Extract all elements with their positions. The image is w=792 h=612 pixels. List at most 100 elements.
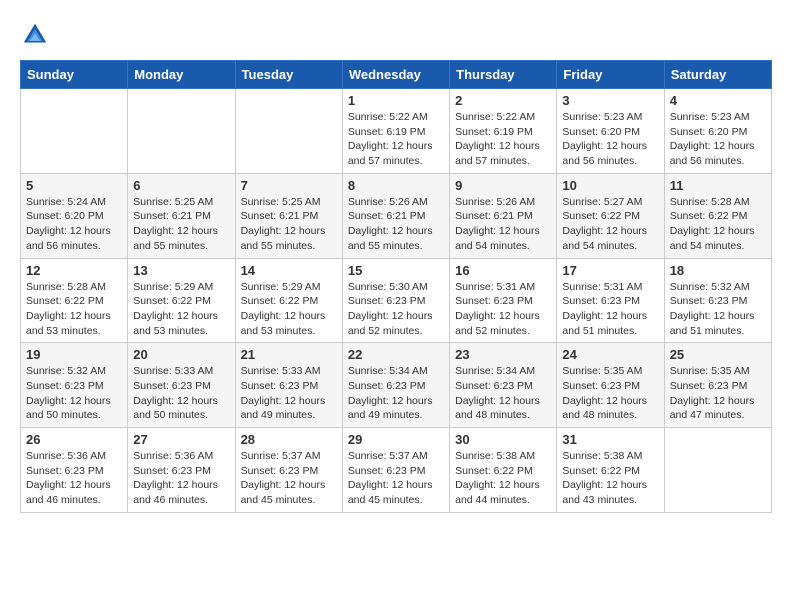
day-number: 17 bbox=[562, 263, 658, 278]
calendar-cell: 3Sunrise: 5:23 AM Sunset: 6:20 PM Daylig… bbox=[557, 89, 664, 174]
day-info: Sunrise: 5:22 AM Sunset: 6:19 PM Dayligh… bbox=[348, 110, 444, 169]
calendar-cell: 30 Sunrise: 5:38 AM Sunset: 6:22 PM Dayli… bbox=[450, 428, 557, 513]
calendar-week-row: 26 Sunrise: 5:36 AM Sunset: 6:23 PM Dayli… bbox=[21, 428, 772, 513]
day-info: Sunrise: 5:26 AM Sunset: 6:21 PM Dayligh… bbox=[455, 195, 551, 254]
calendar-cell: 7Sunrise: 5:25 AM Sunset: 6:21 PM Daylig… bbox=[235, 173, 342, 258]
day-number: 20 bbox=[133, 347, 229, 362]
day-info: Sunrise: 5:26 AM Sunset: 6:21 PM Dayligh… bbox=[348, 195, 444, 254]
page-header bbox=[20, 20, 772, 50]
calendar-cell: 9Sunrise: 5:26 AM Sunset: 6:21 PM Daylig… bbox=[450, 173, 557, 258]
day-number: 30 bbox=[455, 432, 551, 447]
calendar-cell: 31 Sunrise: 5:38 AM Sunset: 6:22 PM Dayli… bbox=[557, 428, 664, 513]
calendar-week-row: 1 Sunrise: 5:22 AM Sunset: 6:19 PM Daylig… bbox=[21, 89, 772, 174]
day-number: 5 bbox=[26, 178, 122, 193]
calendar-cell: 13 Sunrise: 5:29 AM Sunset: 6:22 PM Dayli… bbox=[128, 258, 235, 343]
calendar-week-row: 12Sunrise: 5:28 AM Sunset: 6:22 PM Dayli… bbox=[21, 258, 772, 343]
day-number: 18 bbox=[670, 263, 766, 278]
day-number: 29 bbox=[348, 432, 444, 447]
day-info: Sunrise: 5:37 AM Sunset: 6:23 PM Dayligh… bbox=[241, 449, 337, 508]
weekday-header-wednesday: Wednesday bbox=[342, 61, 449, 89]
day-info: Sunrise: 5:29 AM Sunset: 6:22 PM Dayligh… bbox=[241, 280, 337, 339]
day-info: Sunrise: 5:38 AM Sunset: 6:22 PM Dayligh… bbox=[562, 449, 658, 508]
day-info: Sunrise: 5:23 AM Sunset: 6:20 PM Dayligh… bbox=[562, 110, 658, 169]
weekday-header-monday: Monday bbox=[128, 61, 235, 89]
day-info: Sunrise: 5:33 AM Sunset: 6:23 PM Dayligh… bbox=[133, 364, 229, 423]
calendar-cell: 17 Sunrise: 5:31 AM Sunset: 6:23 PM Dayli… bbox=[557, 258, 664, 343]
day-info: Sunrise: 5:30 AM Sunset: 6:23 PM Dayligh… bbox=[348, 280, 444, 339]
day-info: Sunrise: 5:36 AM Sunset: 6:23 PM Dayligh… bbox=[26, 449, 122, 508]
calendar-cell: 8 Sunrise: 5:26 AM Sunset: 6:21 PM Daylig… bbox=[342, 173, 449, 258]
calendar-cell: 24 Sunrise: 5:35 AM Sunset: 6:23 PM Dayli… bbox=[557, 343, 664, 428]
day-info: Sunrise: 5:24 AM Sunset: 6:20 PM Dayligh… bbox=[26, 195, 122, 254]
day-number: 13 bbox=[133, 263, 229, 278]
weekday-header-saturday: Saturday bbox=[664, 61, 771, 89]
day-info: Sunrise: 5:32 AM Sunset: 6:23 PM Dayligh… bbox=[670, 280, 766, 339]
day-number: 26 bbox=[26, 432, 122, 447]
day-number: 15 bbox=[348, 263, 444, 278]
calendar-cell: 29 Sunrise: 5:37 AM Sunset: 6:23 PM Dayli… bbox=[342, 428, 449, 513]
weekday-header-row: SundayMondayTuesdayWednesdayThursdayFrid… bbox=[21, 61, 772, 89]
calendar-cell: 19 Sunrise: 5:32 AM Sunset: 6:23 PM Dayli… bbox=[21, 343, 128, 428]
day-info: Sunrise: 5:37 AM Sunset: 6:23 PM Dayligh… bbox=[348, 449, 444, 508]
calendar-cell: 22 Sunrise: 5:34 AM Sunset: 6:23 PM Dayli… bbox=[342, 343, 449, 428]
day-info: Sunrise: 5:33 AM Sunset: 6:23 PM Dayligh… bbox=[241, 364, 337, 423]
calendar-cell: 4Sunrise: 5:23 AM Sunset: 6:20 PM Daylig… bbox=[664, 89, 771, 174]
day-info: Sunrise: 5:31 AM Sunset: 6:23 PM Dayligh… bbox=[562, 280, 658, 339]
day-number: 31 bbox=[562, 432, 658, 447]
calendar-cell: 6 Sunrise: 5:25 AM Sunset: 6:21 PM Daylig… bbox=[128, 173, 235, 258]
day-number: 8 bbox=[348, 178, 444, 193]
calendar-cell: 5 Sunrise: 5:24 AM Sunset: 6:20 PM Daylig… bbox=[21, 173, 128, 258]
day-number: 22 bbox=[348, 347, 444, 362]
calendar-week-row: 19 Sunrise: 5:32 AM Sunset: 6:23 PM Dayli… bbox=[21, 343, 772, 428]
day-info: Sunrise: 5:32 AM Sunset: 6:23 PM Dayligh… bbox=[26, 364, 122, 423]
calendar-table: SundayMondayTuesdayWednesdayThursdayFrid… bbox=[20, 60, 772, 513]
calendar-cell: 11Sunrise: 5:28 AM Sunset: 6:22 PM Dayli… bbox=[664, 173, 771, 258]
day-info: Sunrise: 5:27 AM Sunset: 6:22 PM Dayligh… bbox=[562, 195, 658, 254]
day-info: Sunrise: 5:25 AM Sunset: 6:21 PM Dayligh… bbox=[133, 195, 229, 254]
day-info: Sunrise: 5:31 AM Sunset: 6:23 PM Dayligh… bbox=[455, 280, 551, 339]
calendar-cell: 14 Sunrise: 5:29 AM Sunset: 6:22 PM Dayli… bbox=[235, 258, 342, 343]
day-number: 12 bbox=[26, 263, 122, 278]
logo bbox=[20, 20, 54, 50]
day-info: Sunrise: 5:22 AM Sunset: 6:19 PM Dayligh… bbox=[455, 110, 551, 169]
calendar-cell bbox=[235, 89, 342, 174]
day-number: 23 bbox=[455, 347, 551, 362]
calendar-cell: 1 Sunrise: 5:22 AM Sunset: 6:19 PM Daylig… bbox=[342, 89, 449, 174]
day-number: 21 bbox=[241, 347, 337, 362]
weekday-header-friday: Friday bbox=[557, 61, 664, 89]
day-info: Sunrise: 5:38 AM Sunset: 6:22 PM Dayligh… bbox=[455, 449, 551, 508]
day-number: 4 bbox=[670, 93, 766, 108]
day-info: Sunrise: 5:35 AM Sunset: 6:23 PM Dayligh… bbox=[670, 364, 766, 423]
day-number: 27 bbox=[133, 432, 229, 447]
calendar-cell: 18 Sunrise: 5:32 AM Sunset: 6:23 PM Dayli… bbox=[664, 258, 771, 343]
calendar-cell: 21 Sunrise: 5:33 AM Sunset: 6:23 PM Dayli… bbox=[235, 343, 342, 428]
calendar-cell: 15 Sunrise: 5:30 AM Sunset: 6:23 PM Dayli… bbox=[342, 258, 449, 343]
calendar-cell: 28 Sunrise: 5:37 AM Sunset: 6:23 PM Dayli… bbox=[235, 428, 342, 513]
logo-icon bbox=[20, 20, 50, 50]
calendar-cell: 16Sunrise: 5:31 AM Sunset: 6:23 PM Dayli… bbox=[450, 258, 557, 343]
day-info: Sunrise: 5:34 AM Sunset: 6:23 PM Dayligh… bbox=[455, 364, 551, 423]
day-number: 24 bbox=[562, 347, 658, 362]
day-info: Sunrise: 5:35 AM Sunset: 6:23 PM Dayligh… bbox=[562, 364, 658, 423]
day-number: 25 bbox=[670, 347, 766, 362]
day-number: 1 bbox=[348, 93, 444, 108]
calendar-cell: 12Sunrise: 5:28 AM Sunset: 6:22 PM Dayli… bbox=[21, 258, 128, 343]
day-number: 28 bbox=[241, 432, 337, 447]
day-number: 14 bbox=[241, 263, 337, 278]
day-number: 2 bbox=[455, 93, 551, 108]
weekday-header-sunday: Sunday bbox=[21, 61, 128, 89]
calendar-cell: 2 Sunrise: 5:22 AM Sunset: 6:19 PM Daylig… bbox=[450, 89, 557, 174]
weekday-header-thursday: Thursday bbox=[450, 61, 557, 89]
calendar-cell: 25 Sunrise: 5:35 AM Sunset: 6:23 PM Dayli… bbox=[664, 343, 771, 428]
day-info: Sunrise: 5:28 AM Sunset: 6:22 PM Dayligh… bbox=[670, 195, 766, 254]
calendar-cell bbox=[21, 89, 128, 174]
calendar-cell: 23 Sunrise: 5:34 AM Sunset: 6:23 PM Dayli… bbox=[450, 343, 557, 428]
day-info: Sunrise: 5:34 AM Sunset: 6:23 PM Dayligh… bbox=[348, 364, 444, 423]
day-info: Sunrise: 5:29 AM Sunset: 6:22 PM Dayligh… bbox=[133, 280, 229, 339]
calendar-cell bbox=[128, 89, 235, 174]
calendar-cell: 10Sunrise: 5:27 AM Sunset: 6:22 PM Dayli… bbox=[557, 173, 664, 258]
day-number: 19 bbox=[26, 347, 122, 362]
calendar-cell: 26 Sunrise: 5:36 AM Sunset: 6:23 PM Dayli… bbox=[21, 428, 128, 513]
calendar-week-row: 5 Sunrise: 5:24 AM Sunset: 6:20 PM Daylig… bbox=[21, 173, 772, 258]
day-number: 6 bbox=[133, 178, 229, 193]
